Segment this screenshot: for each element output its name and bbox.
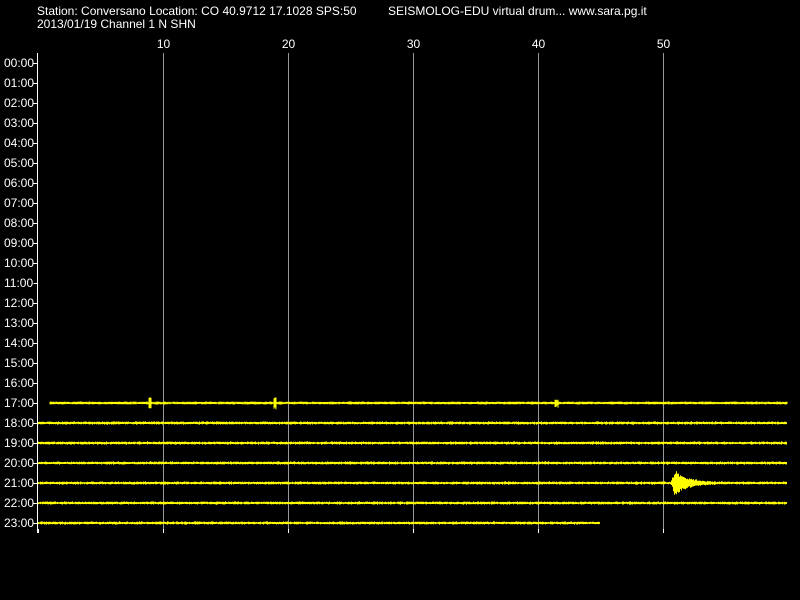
hour-label: 15:00 [4,356,34,370]
x-tick-label: 40 [532,37,546,51]
program-info: SEISMOLOG-EDU virtual drum... www.sara.p… [388,4,647,18]
hour-label: 09:00 [4,236,34,250]
x-tick-label: 50 [657,37,671,51]
grid-lines [38,53,664,533]
hour-label: 16:00 [4,376,34,390]
hour-label: 17:00 [4,396,34,410]
hour-label: 08:00 [4,216,34,230]
x-tick-label: 20 [282,37,296,51]
hour-label: 10:00 [4,256,34,270]
trace-2000 [37,461,787,465]
hour-label: 19:00 [4,436,34,450]
hour-label: 20:00 [4,456,34,470]
hour-label: 06:00 [4,176,34,190]
hour-label: 00:00 [4,56,34,70]
hour-label: 14:00 [4,336,34,350]
hour-label: 12:00 [4,296,34,310]
hour-label: 21:00 [4,476,34,490]
trace-2300 [37,521,600,525]
hour-label: 02:00 [4,96,34,110]
hour-label: 23:00 [4,516,34,530]
trace-1900 [37,441,787,445]
hour-label: 01:00 [4,76,34,90]
hour-label: 22:00 [4,496,34,510]
hour-label: 05:00 [4,156,34,170]
trace-2100 [37,471,787,495]
x-tick-label: 10 [157,37,171,51]
hour-label: 07:00 [4,196,34,210]
hour-label: 04:00 [4,136,34,150]
hour-row-labels: 00:00 01:00 02:00 03:00 04:00 05:00 06:00 07:00… [4,56,38,530]
station-info: Station: Conversano Location: CO 40.9712… [37,4,357,18]
trace-1700 [49,397,788,410]
trace-1800 [37,421,787,425]
trace-2200 [37,501,787,505]
seismic-traces [37,397,788,525]
date-channel-info: 2013/01/19 Channel 1 N SHN [37,17,196,31]
seismogram-drum: Station: Conversano Location: CO 40.9712… [4,4,788,533]
hour-label: 11:00 [4,276,33,290]
hour-label: 18:00 [4,416,34,430]
x-tick-label: 30 [407,37,421,51]
x-tick-labels: 10 20 30 40 50 [157,37,671,51]
hour-label: 13:00 [4,316,34,330]
hour-label: 03:00 [4,116,34,130]
